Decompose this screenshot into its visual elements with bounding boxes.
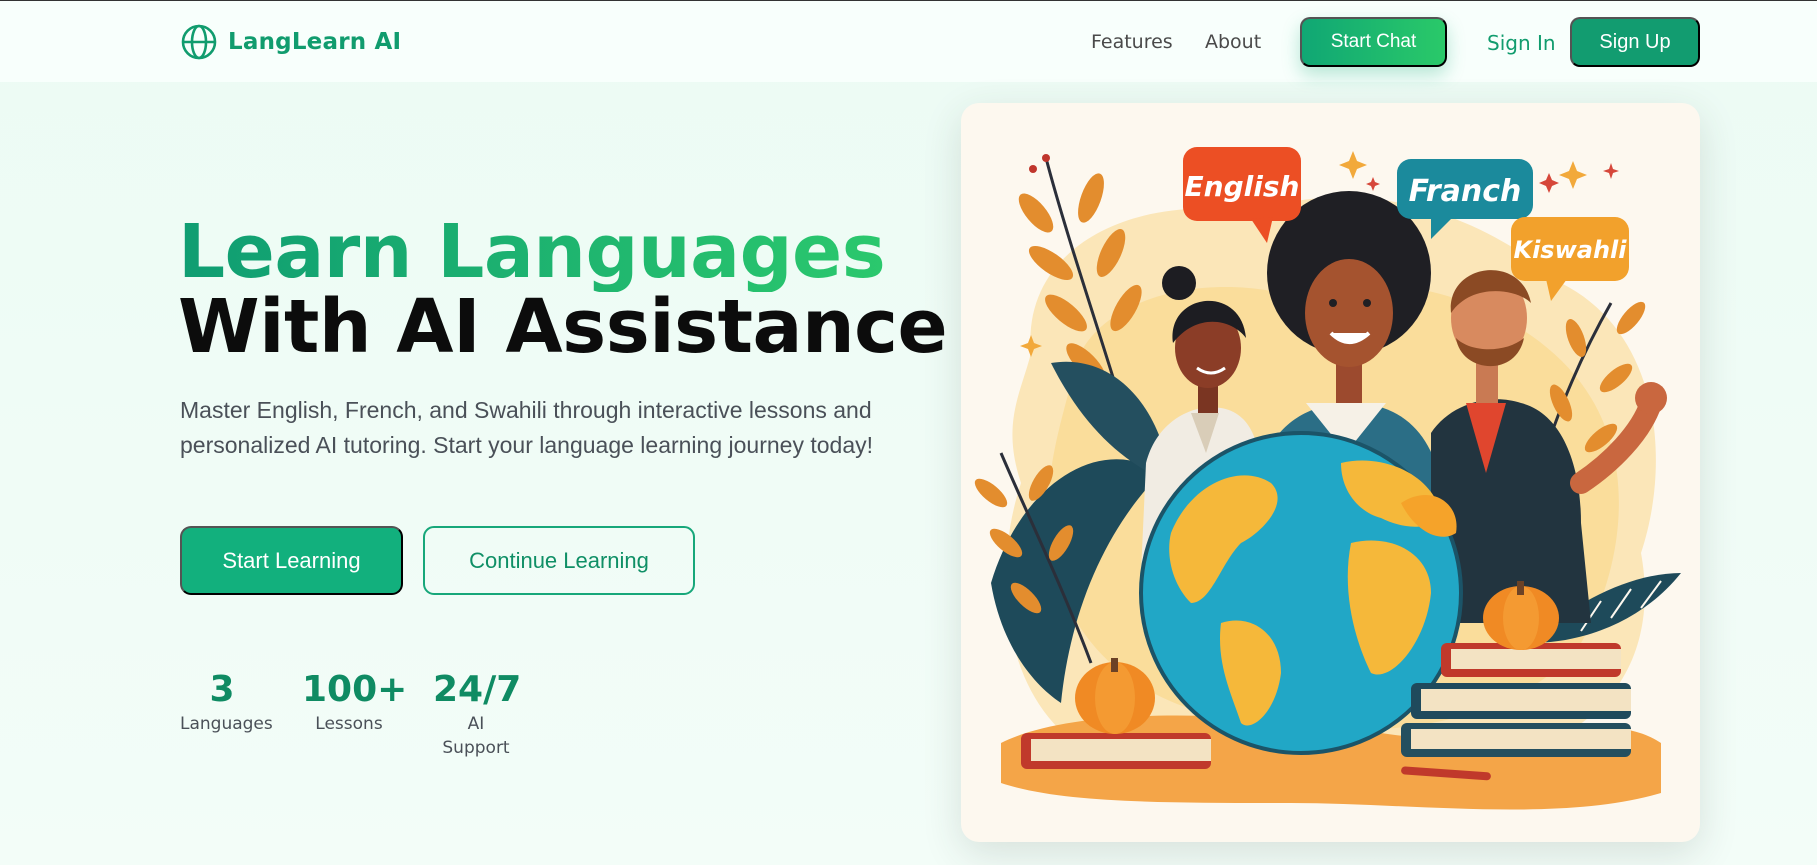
start-chat-button[interactable]: Start Chat bbox=[1300, 17, 1447, 67]
brand-name: LangLearn AI bbox=[228, 29, 402, 55]
hero-illustration-card: English Franch Kiswahli bbox=[961, 103, 1700, 842]
stat-value: 100+ bbox=[302, 669, 408, 710]
stat-value: 24/7 bbox=[433, 669, 522, 710]
sign-up-button[interactable]: Sign Up bbox=[1570, 17, 1700, 67]
stat-label: Languages bbox=[180, 714, 273, 734]
hero-title-line-2: With AI Assistance bbox=[178, 284, 948, 370]
continue-learning-button[interactable]: Continue Learning bbox=[423, 526, 695, 595]
sign-in-link[interactable]: Sign In bbox=[1487, 31, 1556, 55]
hero-description: Master English, French, and Swahili thro… bbox=[180, 397, 873, 458]
nav-link-about[interactable]: About bbox=[1205, 31, 1261, 53]
stat-languages: 3 Languages bbox=[180, 668, 273, 736]
nav-link-features[interactable]: Features bbox=[1091, 31, 1173, 53]
bubble-label: English bbox=[1185, 170, 1300, 203]
globe-icon bbox=[181, 24, 217, 60]
stat-lessons: 100+ Lessons bbox=[302, 668, 408, 736]
start-learning-button[interactable]: Start Learning bbox=[180, 526, 403, 595]
stat-label: Lessons bbox=[315, 714, 383, 734]
stat-label: AI Support bbox=[442, 714, 510, 758]
stat-value: 3 bbox=[209, 669, 235, 710]
stat-ai-support: 24/7 AI Support bbox=[433, 668, 522, 760]
hero-illustration: English Franch Kiswahli bbox=[974, 147, 1681, 810]
brand-logo[interactable]: LangLearn AI bbox=[180, 23, 401, 61]
bubble-label: Kiswahli bbox=[1513, 236, 1627, 264]
bubble-label: Franch bbox=[1409, 174, 1522, 209]
hero-title-line-1: Learn Languages bbox=[178, 209, 886, 295]
navbar: LangLearn AI Features About Start Chat S… bbox=[0, 0, 1817, 82]
